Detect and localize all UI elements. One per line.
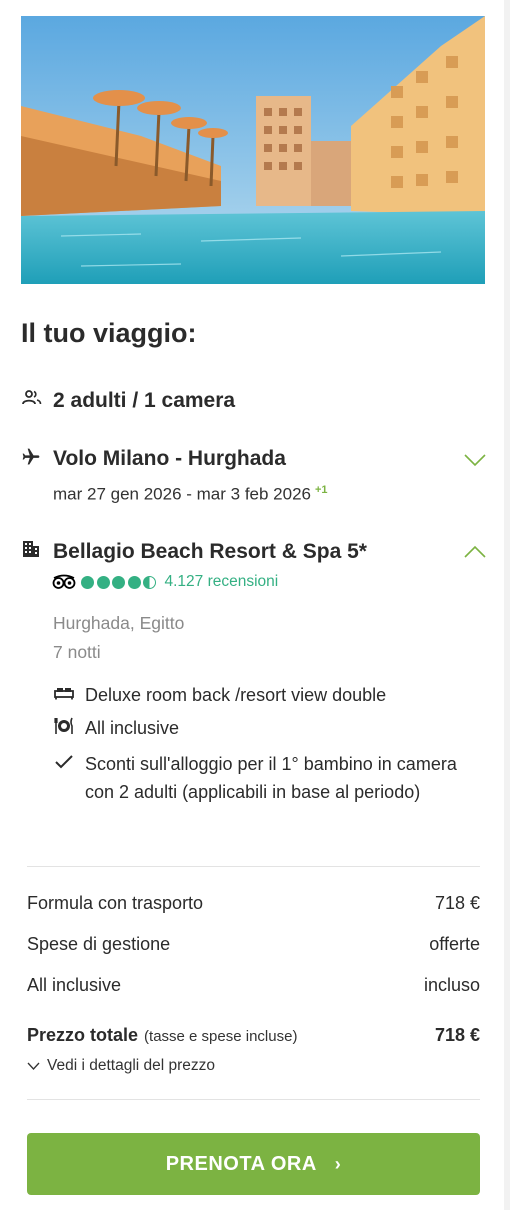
feature-room-text: Deluxe room back /resort view double: [85, 685, 387, 705]
feature-board: All inclusive: [52, 714, 179, 742]
price-row-transport: Formula con trasporto 718 €: [27, 893, 480, 914]
price-details-label: Vedi i dettagli del prezzo: [47, 1057, 216, 1074]
total-price-row: Prezzo totale (tasse e spese incluse) 718…: [27, 1025, 480, 1046]
feature-board-text: All inclusive: [85, 718, 180, 738]
price-label: Formula con trasporto: [27, 893, 204, 913]
people-icon: [22, 390, 44, 412]
price-value: offerte: [429, 934, 480, 954]
trip-title: Il tuo viaggio:: [21, 318, 197, 348]
travelers-summary: 2 adulti / 1 camera: [53, 389, 236, 412]
rating-dot: [96, 575, 110, 589]
chevron-down-icon[interactable]: [464, 453, 486, 467]
trip-summary-card: Il tuo viaggio: 2 adulti / 1 camera Volo…: [0, 0, 504, 1210]
feature-room: Deluxe room back /resort view double: [52, 681, 386, 709]
bed-icon: [52, 681, 76, 705]
reviews-link[interactable]: 4.127 recensioni: [165, 573, 279, 591]
price-value: 718 €: [434, 893, 480, 913]
price-label: All inclusive: [27, 975, 122, 995]
price-label: Spese di gestione: [27, 934, 171, 954]
chevron-up-icon[interactable]: [464, 545, 486, 559]
flight-dates: mar 27 gen 2026 - mar 3 feb 2026 +1: [53, 484, 328, 505]
divider: [27, 1099, 480, 1100]
day-offset-badge: +1: [315, 484, 328, 496]
feature-discount-text: Sconti sull'alloggio per il 1° bambino i…: [85, 754, 457, 802]
tripadvisor-owl-icon: [52, 574, 76, 589]
price-row-board: All inclusive incluso: [27, 975, 480, 996]
rating-dot: [127, 575, 141, 589]
feature-discount: Sconti sull'alloggio per il 1° bambino i…: [52, 750, 472, 806]
price-details-toggle[interactable]: Vedi i dettagli del prezzo: [27, 1057, 215, 1075]
price-value: incluso: [423, 975, 480, 995]
divider: [27, 866, 480, 867]
check-icon: [52, 750, 76, 774]
chevron-down-icon: [27, 1062, 40, 1070]
building-icon: [22, 540, 44, 562]
airplane-icon: [21, 447, 43, 469]
rating-dot: [143, 575, 156, 589]
tripadvisor-rating[interactable]: 4.127 recensioni: [52, 573, 278, 591]
rating-dots: [81, 575, 159, 589]
book-now-button[interactable]: PRENOTA ORA ›: [27, 1133, 480, 1195]
hotel-location: Hurghada, Egitto: [53, 613, 185, 633]
meal-icon: [52, 714, 76, 738]
flight-title[interactable]: Volo Milano - Hurghada: [53, 447, 286, 471]
total-label: Prezzo totale: [27, 1025, 139, 1045]
book-now-label: PRENOTA ORA: [165, 1152, 317, 1175]
hotel-photo[interactable]: [21, 16, 485, 284]
rating-dot: [112, 575, 125, 589]
total-value: 718 €: [434, 1025, 480, 1045]
price-row-fees: Spese di gestione offerte: [27, 934, 480, 955]
hotel-nights: 7 notti: [53, 642, 101, 662]
chevron-right-icon: ›: [334, 1153, 342, 1174]
rating-dot: [81, 575, 94, 589]
flight-dates-text: mar 27 gen 2026 - mar 3 feb 2026: [53, 484, 311, 504]
total-note: (tasse e spese incluse): [144, 1028, 298, 1045]
hotel-name[interactable]: Bellagio Beach Resort & Spa 5*: [53, 540, 367, 564]
